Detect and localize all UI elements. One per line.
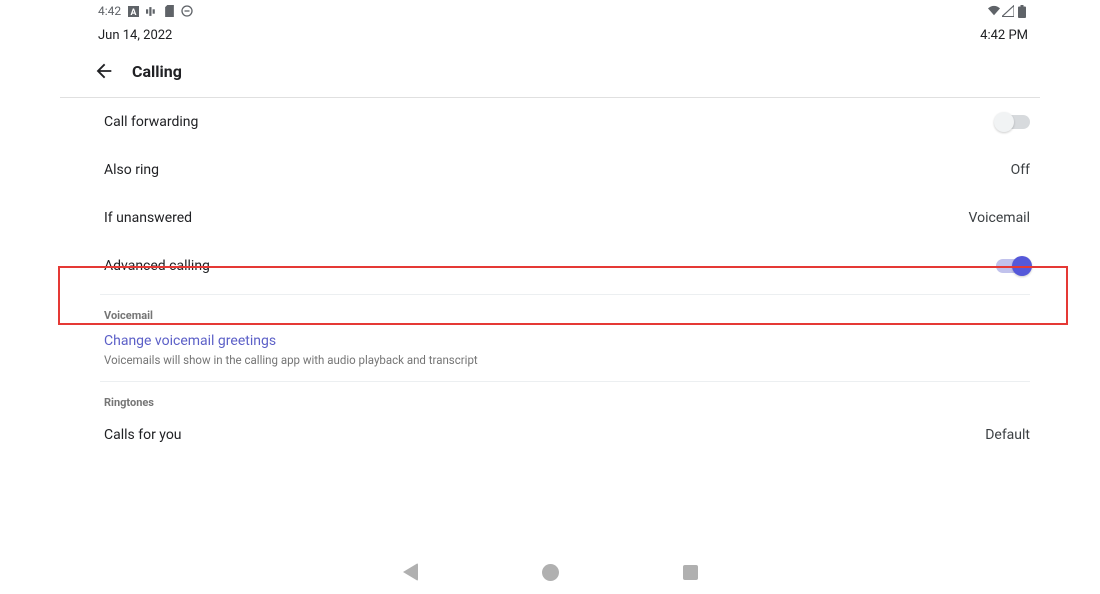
page-title: Calling [132, 62, 182, 81]
advanced-calling-toggle[interactable] [996, 259, 1030, 273]
row-change-voicemail-greetings[interactable]: Change voicemail greetings [104, 330, 1100, 353]
row-advanced-calling[interactable]: Advanced calling [104, 242, 1030, 294]
date-time-row: Jun 14, 2022 4:42 PM [0, 22, 1100, 51]
row-if-unanswered[interactable]: If unanswered Voicemail [104, 194, 1030, 242]
nav-back-icon[interactable] [400, 562, 420, 582]
row-also-ring[interactable]: Also ring Off [104, 146, 1030, 194]
voicemail-section-title: Voicemail [104, 295, 1100, 330]
time-label: 4:42 PM [980, 28, 1028, 43]
voicemail-help-text: Voicemails will show in the calling app … [104, 353, 1100, 381]
row-calls-for-you[interactable]: Calls for you Default [104, 417, 1030, 459]
calls-for-you-label: Calls for you [104, 427, 182, 443]
row-call-forwarding[interactable]: Call forwarding [104, 98, 1030, 146]
android-status-bar: 4:42 A [0, 0, 1100, 22]
back-arrow-icon[interactable] [92, 59, 116, 83]
cell-signal-icon [1002, 5, 1014, 17]
nav-home-icon[interactable] [540, 562, 560, 582]
call-forwarding-label: Call forwarding [104, 114, 198, 130]
status-bar-right [988, 5, 1028, 17]
if-unanswered-value: Voicemail [969, 210, 1030, 226]
storage-icon [163, 5, 175, 17]
status-time: 4:42 [98, 4, 121, 18]
date-label: Jun 14, 2022 [98, 28, 172, 43]
android-nav-bar [0, 562, 1100, 582]
page-header: Calling [92, 51, 1100, 97]
wifi-icon [988, 5, 1000, 17]
nav-recent-icon[interactable] [680, 562, 700, 582]
dnd-icon [181, 5, 193, 17]
battery-icon [1016, 5, 1028, 17]
activity-icon [145, 5, 157, 17]
call-forwarding-toggle[interactable] [996, 115, 1030, 129]
if-unanswered-label: If unanswered [104, 210, 192, 226]
change-voicemail-greetings-link[interactable]: Change voicemail greetings [104, 333, 276, 349]
advanced-calling-label: Advanced calling [104, 258, 210, 274]
also-ring-value: Off [1011, 162, 1030, 178]
ringtones-section-title: Ringtones [104, 382, 1100, 417]
status-bar-left: 4:42 A [98, 4, 193, 18]
calls-for-you-value: Default [985, 427, 1030, 443]
svg-text:A: A [130, 7, 136, 16]
app-a-icon: A [127, 5, 139, 17]
also-ring-label: Also ring [104, 162, 159, 178]
